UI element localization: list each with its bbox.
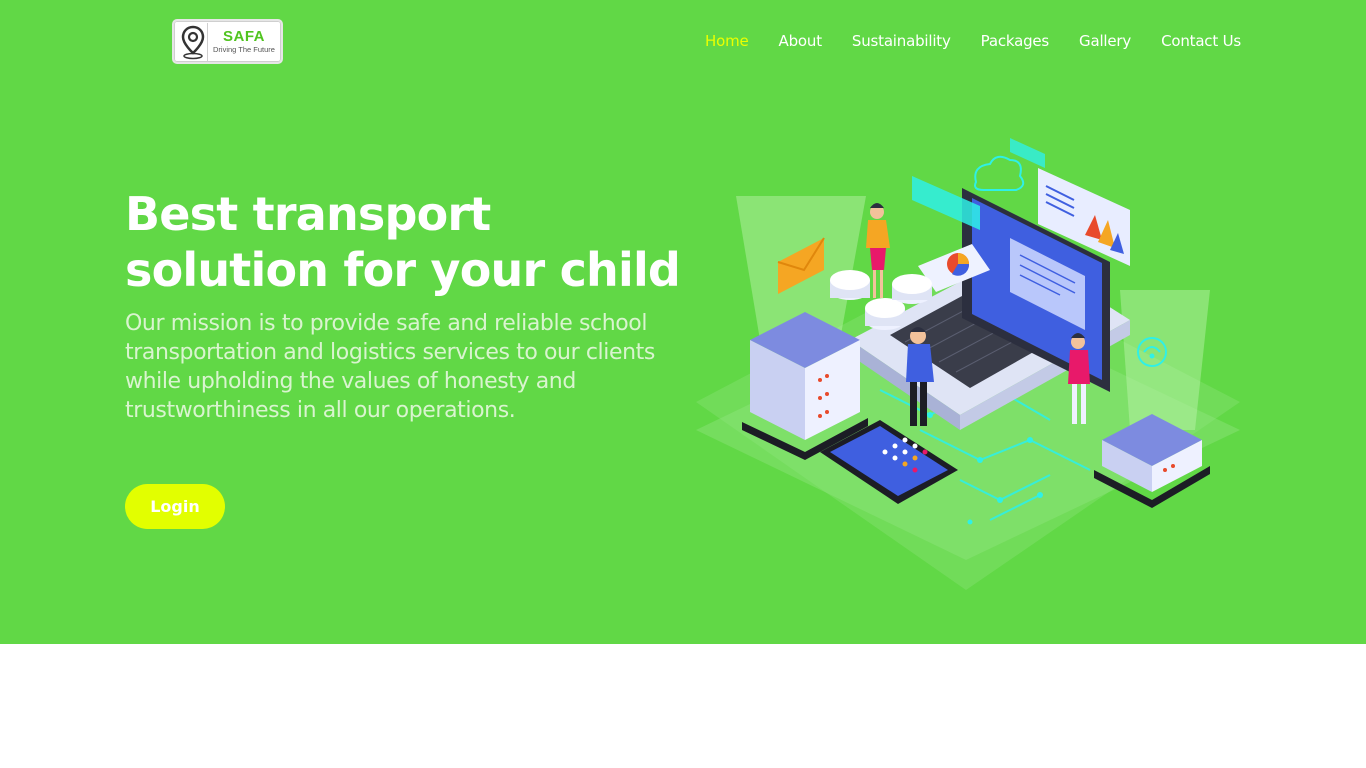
- logo[interactable]: SAFA Driving The Future: [172, 19, 283, 64]
- nav-home[interactable]: Home: [705, 30, 749, 52]
- main-nav: Home About Sustainability Packages Galle…: [675, 30, 1241, 52]
- nav-sustainability[interactable]: Sustainability: [852, 30, 951, 52]
- nav-gallery[interactable]: Gallery: [1079, 30, 1131, 52]
- logo-tagline: Driving The Future: [213, 44, 275, 54]
- location-pin-icon: [178, 22, 208, 61]
- hero-section: SAFA Driving The Future Home About Susta…: [0, 0, 1366, 644]
- nav-packages[interactable]: Packages: [981, 30, 1050, 52]
- hero-mission-text: Our mission is to provide safe and relia…: [125, 311, 655, 423]
- isometric-technology-illustration: [690, 130, 1250, 600]
- login-button[interactable]: Login: [125, 484, 225, 529]
- hero-headline: Best transport solution for your child: [125, 187, 681, 297]
- nav-about[interactable]: About: [779, 30, 823, 52]
- nav-contact-us[interactable]: Contact Us: [1161, 30, 1241, 52]
- logo-name: SAFA: [222, 27, 265, 45]
- below-hero-section: [0, 644, 1366, 768]
